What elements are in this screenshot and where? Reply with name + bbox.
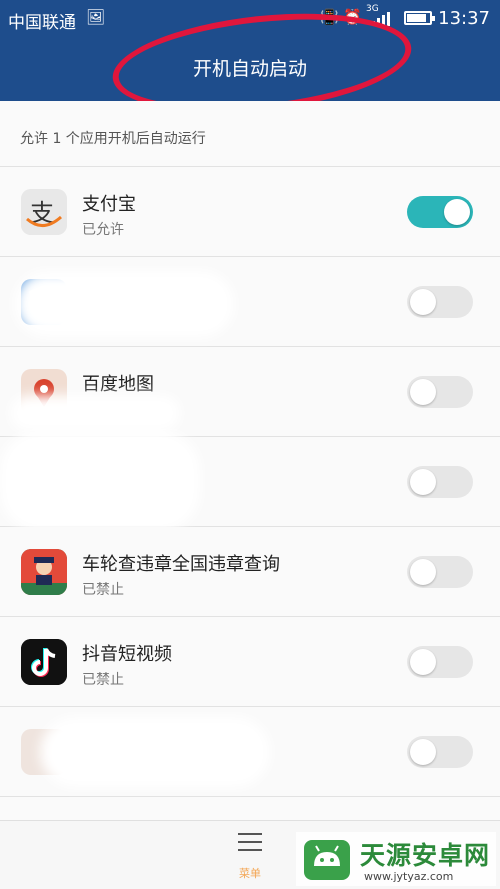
- summary-text-bar: 允许 1 个应用开机后自动运行: [0, 101, 500, 167]
- android-logo-icon: [304, 840, 350, 880]
- autostart-toggle[interactable]: [407, 556, 473, 588]
- app-row-hidden[interactable]: [0, 431, 500, 531]
- app-list: 支 支付宝 已允许 百度地图 车轮查违章全国违章查询 已禁止 抖音短视频 已禁止: [0, 167, 500, 797]
- summary-text: 允许 1 个应用开机后自动运行: [20, 131, 206, 147]
- app-status: 已允许: [82, 222, 124, 238]
- autostart-toggle[interactable]: [407, 646, 473, 678]
- app-row-hidden[interactable]: [0, 707, 500, 797]
- app-name: 车轮查违章全国违章查询: [82, 554, 280, 575]
- alipay-icon: 支: [21, 189, 67, 235]
- redaction-smudge: [10, 395, 180, 431]
- redaction-smudge: [40, 717, 270, 787]
- traffic-police-icon: [21, 549, 67, 595]
- app-name: 抖音短视频: [82, 644, 172, 665]
- site-watermark: 天源安卓网 www.jytyaz.com: [296, 832, 496, 886]
- clock: 13:37: [438, 8, 490, 29]
- autostart-toggle[interactable]: [407, 376, 473, 408]
- app-status: 已禁止: [82, 582, 124, 598]
- menu-icon[interactable]: [238, 833, 262, 853]
- redaction-smudge: [14, 271, 234, 337]
- gallery-notification-icon: 🖼: [86, 8, 106, 26]
- app-row-alipay[interactable]: 支 支付宝 已允许: [0, 167, 500, 257]
- autostart-toggle[interactable]: [407, 196, 473, 228]
- autostart-toggle[interactable]: [407, 466, 473, 498]
- app-name: 支付宝: [82, 194, 136, 215]
- battery-icon: [404, 11, 435, 25]
- autostart-toggle[interactable]: [407, 736, 473, 768]
- app-name: 百度地图: [82, 374, 154, 395]
- carrier-name: 中国联通: [8, 13, 76, 33]
- title-bar: 开机自动启动: [0, 0, 500, 126]
- app-row-douyin[interactable]: 抖音短视频 已禁止: [0, 617, 500, 707]
- page-title: 开机自动启动: [192, 58, 307, 80]
- tiktok-note-icon: [21, 639, 67, 685]
- app-row-baidu-map[interactable]: 百度地图: [0, 347, 500, 437]
- autostart-toggle[interactable]: [407, 286, 473, 318]
- watermark-brand: 天源安卓网: [360, 841, 491, 870]
- app-status: 已禁止: [82, 672, 124, 688]
- redaction-smudge: [0, 431, 200, 531]
- watermark-url: www.jytyaz.com: [364, 870, 454, 883]
- app-row-security[interactable]: [0, 257, 500, 347]
- app-row-traffic-violation[interactable]: 车轮查违章全国违章查询 已禁止: [0, 527, 500, 617]
